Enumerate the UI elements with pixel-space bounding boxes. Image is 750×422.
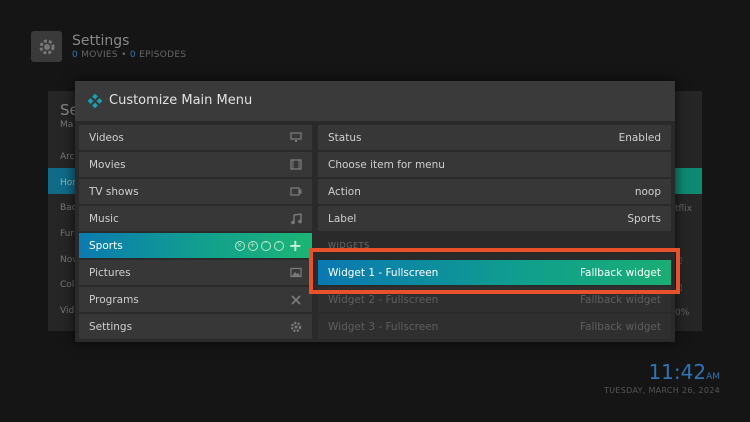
add-item-icon[interactable]: + xyxy=(289,237,302,254)
dialog-header: Customize Main Menu xyxy=(75,81,675,121)
clock-date: TUESDAY, MARCH 26, 2024 xyxy=(604,386,720,395)
menu-item-sports[interactable]: Sports × + ˄ ˅ + xyxy=(79,233,312,258)
picture-icon xyxy=(290,267,302,278)
background-right-fragment: 0% xyxy=(675,308,690,318)
move-down-icon[interactable]: ˅ xyxy=(273,240,284,251)
main-menu-list: Videos Movies TV shows Music Sports × + … xyxy=(79,125,312,341)
customize-main-menu-dialog: Customize Main Menu Videos Movies TV sho… xyxy=(75,81,675,342)
clock-time: 11:42AM xyxy=(648,360,720,384)
status-value: Enabled xyxy=(618,131,661,144)
label-row[interactable]: Label Sports xyxy=(318,206,671,231)
choose-item-row[interactable]: Choose item for menu xyxy=(318,152,671,177)
background-right-fragment: ◻ xyxy=(675,283,683,293)
background-highlight-right xyxy=(675,168,702,194)
menu-item-programs[interactable]: Programs xyxy=(79,287,312,312)
film-icon xyxy=(290,159,302,170)
background-subtitle: 0 MOVIES • 0 EPISODES xyxy=(72,50,187,60)
monitor-icon xyxy=(290,132,302,143)
settings-gear-icon xyxy=(31,31,62,62)
remove-icon[interactable]: × xyxy=(234,240,245,251)
widget-3-row[interactable]: Widget 3 - Fullscreen Fallback widget xyxy=(318,314,671,339)
menu-item-movies[interactable]: Movies xyxy=(79,152,312,177)
widget-1-value: Fallback widget xyxy=(579,266,661,279)
action-row[interactable]: Action noop xyxy=(318,179,671,204)
action-value: noop xyxy=(634,185,661,198)
background-right-fragment: tflix xyxy=(675,204,693,214)
menu-item-pictures[interactable]: Pictures xyxy=(79,260,312,285)
menu-item-videos[interactable]: Videos xyxy=(79,125,312,150)
widget-3-value: Fallback widget xyxy=(579,320,661,333)
move-up-icon[interactable]: ˄ xyxy=(260,240,271,251)
tv-icon xyxy=(290,186,302,197)
menu-item-tv-shows[interactable]: TV shows xyxy=(79,179,312,204)
clock: 11:42AM TUESDAY, MARCH 26, 2024 xyxy=(604,360,720,395)
status-row[interactable]: Status Enabled xyxy=(318,125,671,150)
menu-item-settings[interactable]: Settings xyxy=(79,314,312,339)
add-circle-icon[interactable]: + xyxy=(247,240,258,251)
widget-2-row[interactable]: Widget 2 - Fullscreen Fallback widget xyxy=(318,287,671,312)
tools-icon xyxy=(290,294,302,306)
background-right-fragment: ◻ xyxy=(675,256,683,266)
widgets-section-label: WIDGETS xyxy=(328,241,370,250)
gear-icon xyxy=(290,321,302,333)
item-properties-list: Status Enabled Choose item for menu Acti… xyxy=(318,125,671,341)
kodi-logo-icon xyxy=(88,94,102,108)
dialog-title: Customize Main Menu xyxy=(109,93,253,108)
menu-item-music[interactable]: Music xyxy=(79,206,312,231)
item-controls: × + ˄ ˅ + xyxy=(234,237,302,254)
widget-1-row[interactable]: Widget 1 - Fullscreen Fallback widget xyxy=(318,260,671,285)
background-title: Settings xyxy=(72,33,130,49)
background-left-fragments: Se Ma Arc Hor Bac Fur Nov Col Vid xyxy=(60,101,78,316)
widget-2-value: Fallback widget xyxy=(579,293,661,306)
label-value: Sports xyxy=(627,212,661,225)
music-note-icon xyxy=(290,212,302,225)
